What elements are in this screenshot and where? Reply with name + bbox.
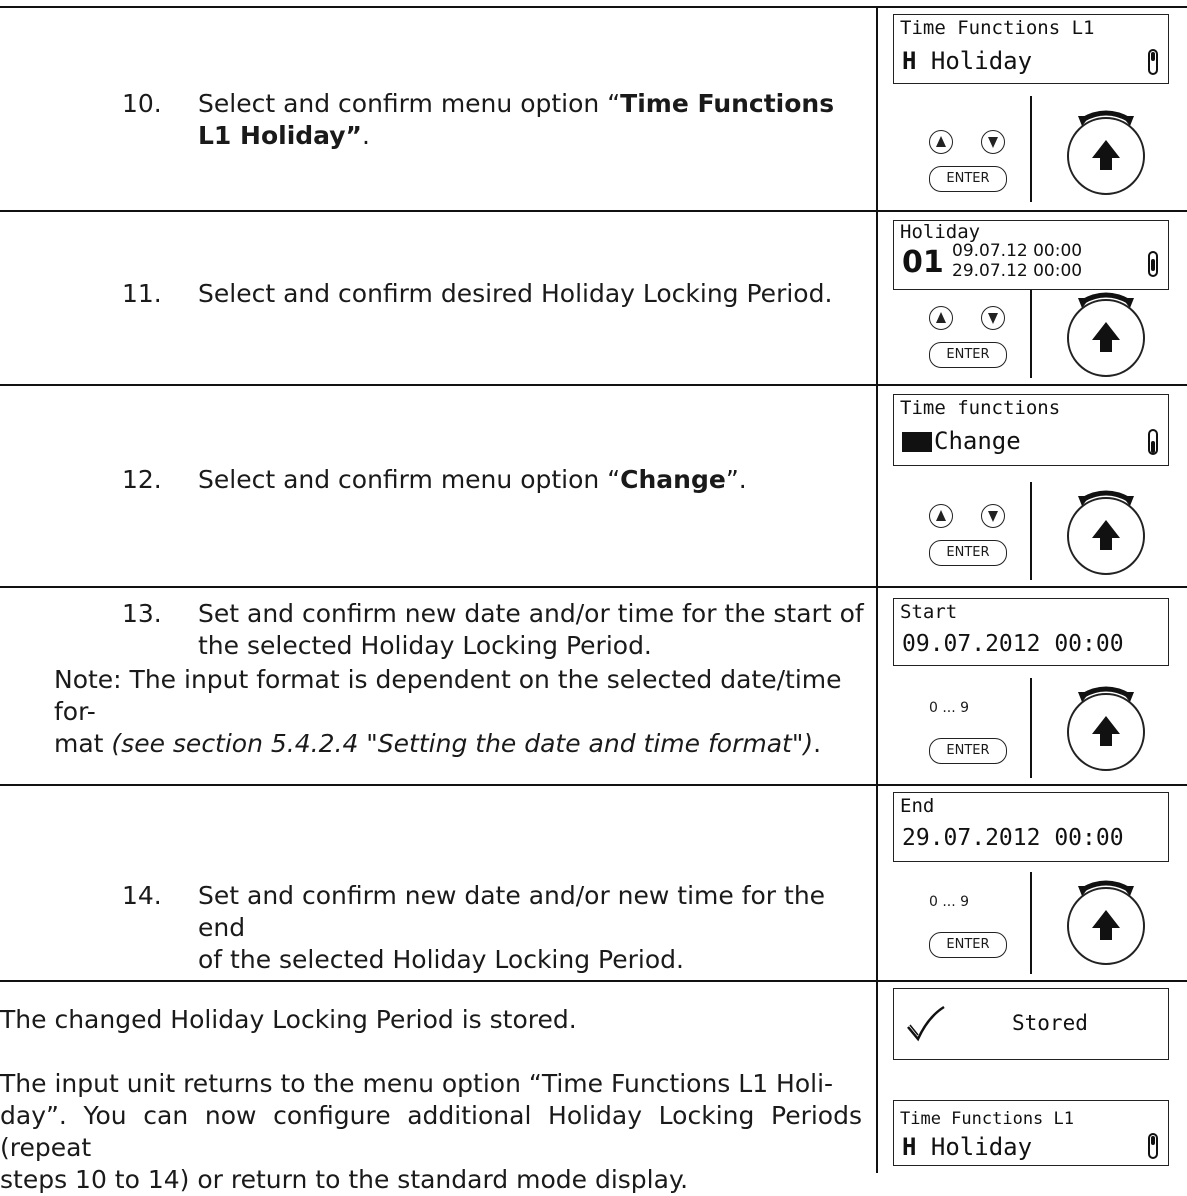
step-number: 14. — [122, 881, 162, 910]
digit-keys[interactable]: 0 ... 9 — [929, 700, 969, 716]
step-number: 10. — [122, 89, 162, 118]
lcd-value: Change — [902, 427, 1021, 455]
rotary-dial-icon[interactable] — [1060, 104, 1152, 196]
step-text: Select and confirm menu option “Change”. — [198, 465, 747, 494]
rotary-dial-icon[interactable] — [1060, 680, 1152, 772]
rotary-dial-icon[interactable] — [1060, 286, 1152, 378]
keypad-digits: 0 ... 9 ENTER — [893, 682, 1029, 778]
up-arrow-key[interactable] — [929, 504, 953, 528]
keypad-arrows: ENTER — [893, 286, 1029, 382]
enter-key[interactable]: ENTER — [929, 932, 1007, 958]
period-start: 09.07.12 00:00 — [952, 241, 1083, 261]
result-stored-text: The changed Holiday Locking Period is st… — [0, 1005, 577, 1034]
enter-key[interactable]: ENTER — [929, 166, 1007, 192]
row-divider — [0, 210, 1187, 212]
result-return-text: The input unit returns to the menu optio… — [0, 1069, 862, 1194]
down-arrow-key[interactable] — [981, 306, 1005, 330]
lcd-title: End — [900, 795, 935, 817]
lcd-title: Start — [900, 601, 958, 623]
step-text: Select and confirm menu option “Time Fun… — [198, 89, 835, 150]
up-arrow-key[interactable] — [929, 306, 953, 330]
row-divider — [0, 784, 1187, 786]
lcd-display-final: Time Functions L1 H Holiday — [893, 1100, 1169, 1166]
panel-divider — [1030, 678, 1032, 778]
step-note: Note: The input format is dependent on t… — [54, 665, 842, 758]
keypad-digits: 0 ... 9 ENTER — [893, 876, 1029, 972]
stored-label: Stored — [1012, 1011, 1088, 1035]
row-divider — [0, 980, 1187, 982]
scroll-indicator — [1148, 251, 1158, 277]
panel-divider — [1030, 96, 1032, 202]
step-number: 13. — [122, 599, 162, 628]
step-number: 11. — [122, 279, 162, 308]
scroll-indicator — [1148, 1133, 1158, 1159]
rotary-dial-icon[interactable] — [1060, 484, 1152, 576]
lcd-display-stored: Stored — [893, 988, 1169, 1060]
row-divider — [0, 384, 1187, 386]
lcd-value: H Holiday — [902, 47, 1033, 75]
rotary-dial-icon[interactable] — [1060, 874, 1152, 966]
period-end: 29.07.12 00:00 — [952, 261, 1083, 281]
scroll-indicator — [1148, 429, 1158, 455]
panel-divider — [1030, 872, 1032, 974]
keypad-arrows: ENTER — [893, 484, 1029, 580]
down-arrow-key[interactable] — [981, 130, 1005, 154]
step-text: Select and confirm desired Holiday Locki… — [198, 279, 833, 308]
row-divider — [0, 586, 1187, 588]
down-arrow-key[interactable] — [981, 504, 1005, 528]
checkmark-icon — [907, 1005, 945, 1042]
lcd-title: Time Functions L1 — [900, 17, 1095, 39]
panel-divider — [1030, 290, 1032, 378]
lcd-display: Holiday 01 09.07.12 00:00 29.07.12 00:00 — [893, 220, 1169, 290]
digit-keys[interactable]: 0 ... 9 — [929, 894, 969, 910]
enter-key[interactable]: ENTER — [929, 540, 1007, 566]
lcd-value: 09.07.2012 00:00 — [902, 631, 1124, 657]
lcd-value: 29.07.2012 00:00 — [902, 825, 1124, 851]
step-number: 12. — [122, 465, 162, 494]
step-text: Set and confirm new date and/or time for… — [198, 599, 864, 660]
enter-key[interactable]: ENTER — [929, 342, 1007, 368]
lcd-display: Time Functions L1 H Holiday — [893, 14, 1169, 84]
scroll-indicator — [1148, 49, 1158, 75]
lcd-value: H Holiday — [902, 1133, 1033, 1161]
lcd-title: Time functions — [900, 397, 1061, 419]
keypad-arrows: ENTER — [893, 110, 1029, 206]
lcd-display: End 29.07.2012 00:00 — [893, 792, 1169, 862]
panel-divider — [1030, 482, 1032, 580]
up-arrow-key[interactable] — [929, 130, 953, 154]
row-divider — [0, 6, 1187, 8]
period-index: 01 — [902, 245, 944, 280]
calendar-icon — [902, 432, 932, 452]
lcd-title: Holiday — [900, 221, 981, 243]
lcd-title: Time Functions L1 — [900, 1109, 1074, 1129]
step-text: Set and confirm new date and/or new time… — [198, 881, 826, 974]
column-divider — [876, 6, 878, 1173]
lcd-display: Start 09.07.2012 00:00 — [893, 598, 1169, 666]
lcd-display: Time functions Change — [893, 394, 1169, 466]
enter-key[interactable]: ENTER — [929, 738, 1007, 764]
